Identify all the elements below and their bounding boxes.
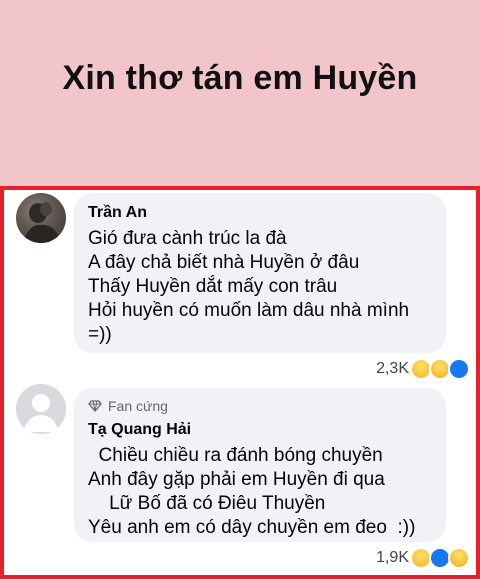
comment-bubble: Fan cứng Tạ Quang Hải Chiều chiều ra đán… [74, 388, 446, 542]
fan-badge: Fan cứng [88, 396, 432, 416]
avatar-photo-icon [22, 202, 62, 243]
comment-line: Yêu anh em có dây chuyền em đeo :)) [88, 517, 416, 538]
diamond-icon [88, 400, 102, 412]
avatar[interactable] [16, 193, 66, 243]
sad-icon [448, 547, 470, 569]
comment-line: Anh đây gặp phải em Huyền đi qua [88, 469, 385, 490]
comment-line: Thấy Huyền dắt mấy con trâu [88, 276, 338, 297]
reaction-count: 1,9K [376, 549, 409, 566]
reaction-count: 2,3K [376, 360, 409, 377]
default-avatar-icon [16, 384, 66, 434]
comment-line: A đây chả biết nhà Huyền ở đâu [88, 252, 360, 273]
comment-line: Chiều chiều ra đánh bóng chuyền [88, 445, 383, 466]
comment-author[interactable]: Trần An [88, 203, 432, 223]
like-icon [448, 358, 470, 380]
post-title: Xin thơ tán em Huyền [62, 58, 418, 97]
avatar[interactable] [16, 384, 66, 434]
title-banner: Xin thơ tán em Huyền [0, 0, 480, 186]
comment-line: Gió đưa cành trúc la đà [88, 228, 287, 249]
reaction-summary[interactable]: 2,3K [376, 358, 470, 380]
comment-line: Lữ Bố đã có Điêu Thuyền [88, 493, 326, 514]
comment-bubble: Trần An Gió đưa cành trúc la đà A đây ch… [74, 193, 446, 353]
comment-line: Hỏi huyền có muốn làm dâu nhà mình [88, 300, 410, 321]
fan-badge-label: Fan cứng [108, 398, 168, 414]
comment-line: =)) [88, 324, 112, 345]
comment-author[interactable]: Tạ Quang Hải [88, 420, 432, 440]
reaction-summary[interactable]: 1,9K [376, 547, 470, 569]
